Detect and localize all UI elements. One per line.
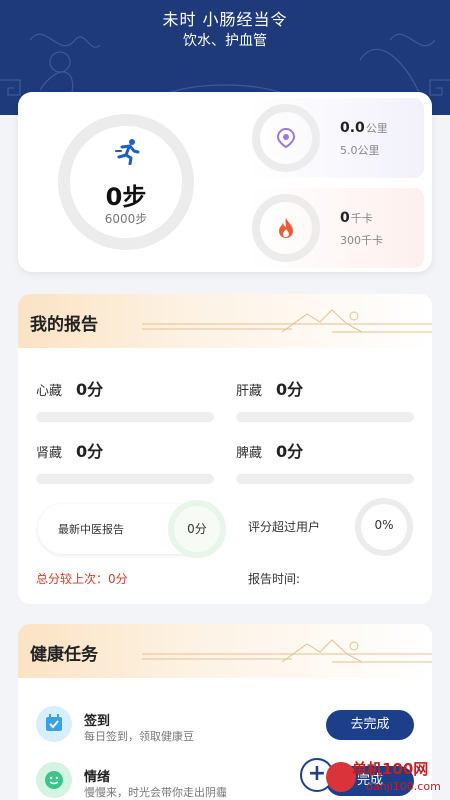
report-header[interactable]: 我的报告	[18, 294, 432, 348]
latest-tcm-report-button[interactable]: 最新中医报告 0分	[38, 500, 226, 558]
task-desc-mood: 慢慢来，时光会带你走出阴霾	[84, 786, 227, 799]
organ-bar-spleen	[236, 474, 414, 484]
mountain-decoration	[142, 309, 432, 333]
report-time-label: 报告时间:	[248, 572, 301, 586]
runner-icon	[115, 139, 140, 165]
organ-label-spleen: 脾藏	[236, 446, 263, 461]
mountain-decoration	[142, 639, 432, 663]
organ-bar-kidney	[36, 474, 214, 484]
activity-card[interactable]: 0步 6000步 0.0公里 5.0公里 0千卡 300千卡	[18, 92, 432, 272]
header-title: 未时 小肠经当令	[162, 10, 288, 29]
organ-label-liver: 肝藏	[236, 384, 263, 399]
report-title: 我的报告	[30, 315, 98, 335]
surpass-value: 0%	[374, 518, 394, 532]
score-compare-label: 总分较上次：0分	[36, 572, 128, 586]
organ-score-heart: 0分	[76, 380, 104, 399]
calories-main: 0千卡	[340, 210, 373, 226]
task-desc-checkin: 每日签到，领取健康豆	[84, 730, 194, 743]
checkin-go-button[interactable]: 去完成	[326, 710, 414, 740]
steps-value: 0步	[105, 183, 147, 211]
organ-bar-heart	[36, 412, 214, 422]
distance-value: 0.0	[340, 120, 365, 136]
organ-label-kidney: 肾藏	[36, 446, 63, 461]
calendar-check-icon	[36, 706, 72, 742]
tcm-report-label: 最新中医报告	[58, 523, 124, 536]
organ-score-liver: 0分	[276, 380, 304, 399]
watermark-url: danji100.com	[366, 780, 441, 793]
task-title-checkin: 签到	[84, 714, 111, 729]
distance-target: 5.0公里	[340, 144, 380, 157]
task-title-mood: 情绪	[84, 770, 111, 785]
organ-bar-liver	[236, 412, 414, 422]
tasks-header[interactable]: 健康任务	[18, 624, 432, 678]
calories-stat[interactable]: 0千卡 300千卡	[248, 188, 424, 268]
calories-target: 300千卡	[340, 234, 383, 247]
tcm-score-value: 0分	[187, 522, 207, 536]
organ-score-kidney: 0分	[76, 442, 104, 461]
calories-value: 0	[340, 210, 350, 226]
steps-goal: 6000步	[104, 212, 148, 226]
calories-unit: 千卡	[350, 212, 373, 225]
watermark-text: 单机100网	[352, 760, 429, 778]
tasks-title: 健康任务	[30, 645, 98, 665]
distance-unit: 公里	[365, 122, 388, 135]
header-subtitle: 饮水、护血管	[183, 33, 267, 49]
distance-stat[interactable]: 0.0公里 5.0公里	[248, 98, 424, 178]
surpass-users-label: 评分超过用户	[248, 520, 321, 534]
organ-score-spleen: 0分	[276, 442, 304, 461]
location-pin-icon	[276, 127, 296, 149]
distance-main: 0.0公里	[340, 120, 388, 136]
flame-icon	[279, 218, 293, 238]
organ-label-heart: 心藏	[36, 384, 63, 399]
report-section: 我的报告 心藏 0分 肝藏 0分 肾藏 0分 脾藏 0分 最新中医报告 0分 评…	[18, 294, 432, 604]
smile-face-icon	[36, 762, 72, 798]
